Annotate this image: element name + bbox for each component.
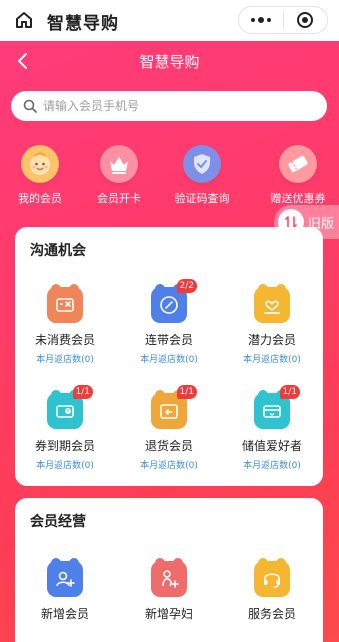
mini-program-title-bar: 智慧导购 [0, 0, 339, 41]
tile-return-count: 本月返店数(0) [243, 461, 301, 471]
no-purchase-icon [47, 284, 83, 323]
tile-stored-value-lovers[interactable]: 1/1 储值爱好者 本月返店数(0) [222, 385, 322, 471]
quick-action-label: 会员开卡 [97, 192, 141, 205]
shield-icon [183, 145, 221, 183]
tile-return-members[interactable]: 1/1 退货会员 本月返店数(0) [119, 385, 219, 471]
tile-add-member[interactable]: 新增会员 [15, 558, 115, 622]
quick-action-label: 我的会员 [18, 192, 62, 205]
home-icon[interactable] [12, 8, 36, 32]
tile-label: 连带会员 [144, 333, 193, 347]
coupon-expire-icon: 1/1 [47, 385, 93, 429]
tile-unconsumed-members[interactable]: 未消费会员 本月返店数(0) [15, 284, 115, 365]
heart-person-icon [254, 284, 290, 323]
capsule-menu [238, 6, 328, 34]
close-mini-program-button[interactable] [284, 7, 327, 33]
tile-return-count: 本月返店数(0) [140, 355, 198, 365]
search-icon [23, 99, 37, 113]
add-pregnant-icon [151, 558, 187, 597]
tile-label: 新增孕妇 [144, 607, 193, 621]
quick-action-my-members[interactable]: 我的会员 [0, 145, 80, 206]
page-title: 智慧导购 [139, 53, 200, 71]
quick-action-label: 赠送优惠券 [270, 192, 326, 205]
communication-opportunities-card: 沟通机会 未消费会员 本月返店数(0) 2/2 连带会员 本月返店数(0) 潜力… [15, 227, 323, 486]
tile-return-count: 本月返店数(0) [36, 461, 94, 471]
member-phone-search-input[interactable] [43, 99, 303, 113]
baby-face-icon [21, 145, 59, 183]
tile-label: 退货会员 [144, 439, 193, 453]
card-title: 沟通机会 [30, 243, 86, 259]
tile-coupon-expiring-members[interactable]: 1/1 券到期会员 本月返店数(0) [15, 385, 115, 471]
tile-label: 储值爱好者 [241, 439, 302, 453]
tile-return-count: 本月返店数(0) [243, 355, 301, 365]
tile-linked-members[interactable]: 2/2 连带会员 本月返店数(0) [119, 279, 219, 365]
crown-icon [100, 145, 138, 183]
target-icon [297, 12, 314, 28]
tile-label: 未消费会员 [34, 333, 95, 347]
link-icon: 2/2 [151, 279, 197, 323]
tile-potential-members[interactable]: 潜力会员 本月返店数(0) [222, 284, 322, 365]
quick-action-label: 验证码查询 [174, 192, 230, 205]
quick-action-open-card[interactable]: 会员开卡 [79, 145, 159, 206]
tile-label: 潜力会员 [247, 333, 296, 347]
tile-return-count: 本月返店数(0) [36, 355, 94, 365]
notification-badge: 1/1 [72, 385, 93, 399]
quick-action-code-query[interactable]: 验证码查询 [162, 145, 242, 206]
app-title: 智慧导购 [47, 14, 119, 34]
tile-add-pregnant[interactable]: 新增孕妇 [119, 558, 219, 622]
more-dots-icon [251, 17, 271, 23]
member-management-card: 会员经营 新增会员 新增孕妇 服务会员 [15, 498, 323, 642]
notification-badge: 1/1 [279, 385, 300, 399]
ticket-icon [279, 145, 317, 183]
quick-action-gift-coupon[interactable]: 赠送优惠券 [258, 145, 338, 206]
card-title: 会员经营 [30, 514, 86, 530]
tile-return-count: 本月返店数(0) [140, 461, 198, 471]
search-bar[interactable] [11, 91, 327, 121]
return-icon: 1/1 [151, 385, 197, 429]
add-member-icon [47, 558, 83, 597]
notification-badge: 1/1 [176, 385, 197, 399]
notification-badge: 2/2 [176, 279, 197, 293]
tile-label: 新增会员 [40, 607, 89, 621]
tile-label: 服务会员 [247, 607, 296, 621]
more-menu-button[interactable] [239, 7, 283, 33]
wallet-icon: 1/1 [254, 385, 300, 429]
headset-icon [254, 558, 290, 597]
tile-label: 券到期会员 [34, 439, 95, 453]
tile-service-member[interactable]: 服务会员 [222, 558, 322, 622]
